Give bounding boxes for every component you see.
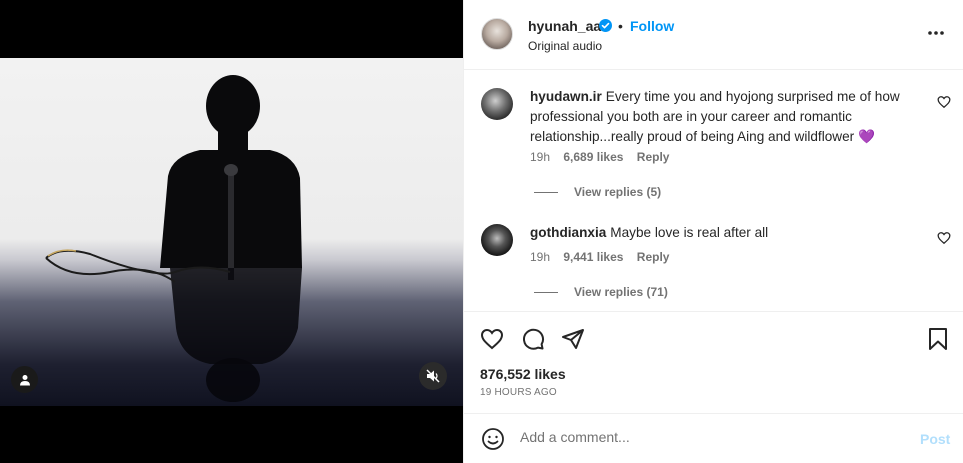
video-scene xyxy=(45,75,302,402)
post-button[interactable]: Post xyxy=(920,431,950,447)
comment-icon[interactable] xyxy=(521,327,545,351)
heart-icon[interactable] xyxy=(937,95,951,109)
user-tag-button[interactable] xyxy=(11,366,38,393)
video-frame[interactable] xyxy=(0,58,463,406)
purple-heart-emoji: 💜 xyxy=(857,129,875,144)
comment-composer: Post xyxy=(464,413,963,463)
comment-input[interactable] xyxy=(520,429,900,445)
view-replies-button[interactable]: View replies (5) xyxy=(534,185,661,199)
commenter-username[interactable]: gothdianxia xyxy=(530,225,606,240)
heart-icon[interactable] xyxy=(480,327,504,351)
post-media[interactable] xyxy=(0,0,463,463)
view-replies-button[interactable]: View replies (71) xyxy=(534,285,668,299)
more-options-icon[interactable] xyxy=(926,26,946,40)
user-tag-icon xyxy=(19,374,30,385)
replies-divider xyxy=(534,191,558,193)
comment-meta: 19h 6,689 likes Reply xyxy=(530,150,679,164)
replies-divider xyxy=(534,291,558,293)
bookmark-icon[interactable] xyxy=(926,327,950,351)
comment-body: Maybe love is real after all xyxy=(610,225,769,240)
likes-count[interactable]: 876,552 likes xyxy=(480,366,566,382)
comment-time[interactable]: 19h xyxy=(530,250,550,264)
view-replies-label: View replies (71) xyxy=(574,285,668,299)
comment-text: gothdianxia Maybe love is real after all xyxy=(530,223,920,243)
audio-label[interactable]: Original audio xyxy=(528,39,602,53)
commenter-avatar[interactable] xyxy=(481,224,513,256)
action-bar xyxy=(464,311,963,365)
follow-button[interactable]: Follow xyxy=(630,18,674,34)
reply-button[interactable]: Reply xyxy=(637,150,670,164)
author-avatar[interactable] xyxy=(481,18,513,50)
emoji-icon[interactable] xyxy=(481,427,505,451)
commenter-username[interactable]: hyudawn.ir xyxy=(530,89,602,104)
muted-speaker-icon xyxy=(426,369,440,383)
post-header: hyunah_aa • Follow Original audio xyxy=(464,0,963,70)
verified-badge-icon xyxy=(599,19,612,32)
post-panel: hyunah_aa • Follow Original audio hyudaw… xyxy=(463,0,963,463)
post-timestamp[interactable]: 19 HOURS AGO xyxy=(480,387,557,398)
comment-meta: 19h 9,441 likes Reply xyxy=(530,250,679,264)
separator-dot: • xyxy=(618,18,623,34)
commenter-avatar[interactable] xyxy=(481,88,513,120)
heart-icon[interactable] xyxy=(937,231,951,245)
author-username[interactable]: hyunah_aa xyxy=(528,18,601,34)
comment-text: hyudawn.ir Every time you and hyojong sur… xyxy=(530,87,920,147)
comment-time[interactable]: 19h xyxy=(530,150,550,164)
comment-likes[interactable]: 6,689 likes xyxy=(563,150,623,164)
mute-button[interactable] xyxy=(419,362,447,390)
share-icon[interactable] xyxy=(561,327,585,351)
view-replies-label: View replies (5) xyxy=(574,185,662,199)
comment-likes[interactable]: 9,441 likes xyxy=(563,250,623,264)
reply-button[interactable]: Reply xyxy=(637,250,670,264)
